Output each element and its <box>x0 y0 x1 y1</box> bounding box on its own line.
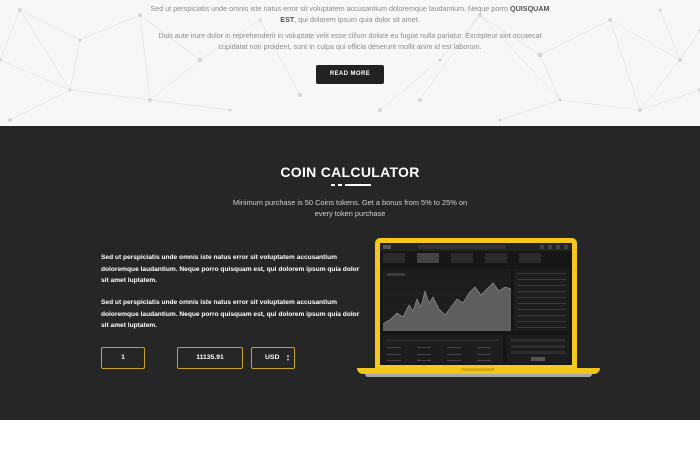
intro-paragraph-1-end: , qui dolorem ipsum quia dolor sit amet. <box>294 15 420 24</box>
calculator-subtitle: Minimum purchase is 50 Coins tokens. Get… <box>232 198 468 218</box>
select-arrows-icon: ▲ ▼ <box>286 353 290 362</box>
intro-paragraph-2: Duis aute irure dolor in reprehenderit i… <box>158 31 542 51</box>
amount-input[interactable]: 11135.91 <box>177 347 243 369</box>
calculator-description-1: Sed ut perspiciatis unde omnis iste natu… <box>101 254 360 284</box>
laptop-mockup <box>357 238 600 378</box>
intro-paragraph-1: Sed ut perspiciatis unde omnis iste natu… <box>150 3 550 25</box>
calculator-description-2: Sed ut perspiciatis unde omnis iste natu… <box>101 299 360 329</box>
trading-dashboard-screenshot <box>380 243 572 365</box>
currency-select[interactable]: USD ▲ ▼ <box>251 347 295 369</box>
intro-section: Sed ut perspiciatis unde omnis iste natu… <box>0 0 700 126</box>
laptop-lid <box>375 238 577 368</box>
price-chart-graphic <box>382 273 512 331</box>
quantity-input[interactable]: 1 <box>101 347 145 369</box>
calculator-title: COIN CALCULATOR <box>280 164 420 180</box>
currency-select-value: USD <box>265 354 280 361</box>
read-more-button[interactable]: READ MORE <box>316 65 384 84</box>
intro-paragraph-1-text: Sed ut perspiciatis unde omnis iste natu… <box>150 4 511 13</box>
coin-calculator-section: COIN CALCULATOR Minimum purchase is 50 C… <box>0 126 700 420</box>
title-underline <box>331 184 371 187</box>
